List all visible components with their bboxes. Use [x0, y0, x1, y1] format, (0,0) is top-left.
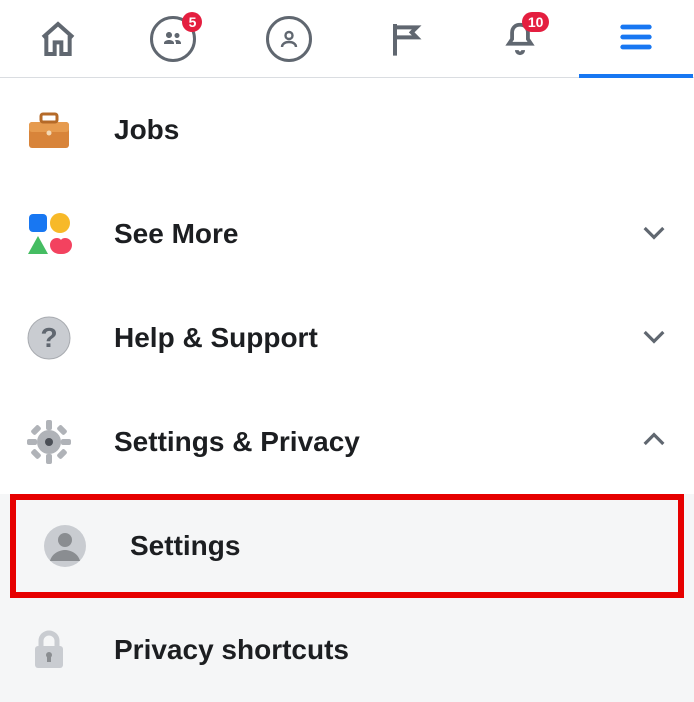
submenu-item-privacy-shortcuts[interactable]: Privacy shortcuts [0, 598, 694, 702]
menu-item-help[interactable]: ? Help & Support [0, 286, 694, 390]
home-icon [35, 16, 81, 62]
tab-notifications[interactable]: 10 [463, 0, 577, 78]
flag-icon [382, 16, 428, 62]
tab-profile[interactable] [232, 0, 346, 78]
submenu-item-label: Privacy shortcuts [114, 634, 670, 666]
submenu-item-settings[interactable]: Settings [16, 500, 678, 592]
submenu-item-label: Settings [130, 530, 654, 562]
friends-badge: 5 [182, 12, 202, 32]
menu-item-see-more[interactable]: See More [0, 182, 694, 286]
tab-home[interactable] [1, 0, 115, 78]
help-icon: ? [24, 313, 74, 363]
chevron-down-icon [638, 216, 670, 253]
notifications-badge: 10 [522, 12, 550, 32]
friends-icon: 5 [150, 16, 196, 62]
menu-item-label: Help & Support [114, 322, 638, 354]
top-nav: 5 10 [0, 0, 694, 78]
person-circle-icon [40, 521, 90, 571]
bell-icon: 10 [497, 16, 543, 62]
briefcase-icon [24, 105, 74, 155]
highlight-settings: Settings [10, 494, 684, 598]
tab-menu[interactable] [579, 0, 693, 78]
menu-item-label: See More [114, 218, 638, 250]
see-more-icon [24, 209, 74, 259]
settings-privacy-submenu: Settings Privacy shortcuts [0, 494, 694, 702]
lock-icon [24, 625, 74, 675]
menu-item-jobs[interactable]: Jobs [0, 78, 694, 182]
chevron-down-icon [638, 320, 670, 357]
menu-item-settings-privacy[interactable]: Settings & Privacy [0, 390, 694, 494]
tab-friends[interactable]: 5 [116, 0, 230, 78]
tab-pages[interactable] [348, 0, 462, 78]
profile-icon [266, 16, 312, 62]
svg-text:?: ? [40, 322, 57, 353]
gear-icon [24, 417, 74, 467]
menu-item-label: Jobs [114, 114, 670, 146]
hamburger-icon [613, 14, 659, 60]
chevron-up-icon [638, 424, 670, 461]
menu-list: Jobs See More ? Help & Support [0, 78, 694, 702]
menu-item-label: Settings & Privacy [114, 426, 638, 458]
